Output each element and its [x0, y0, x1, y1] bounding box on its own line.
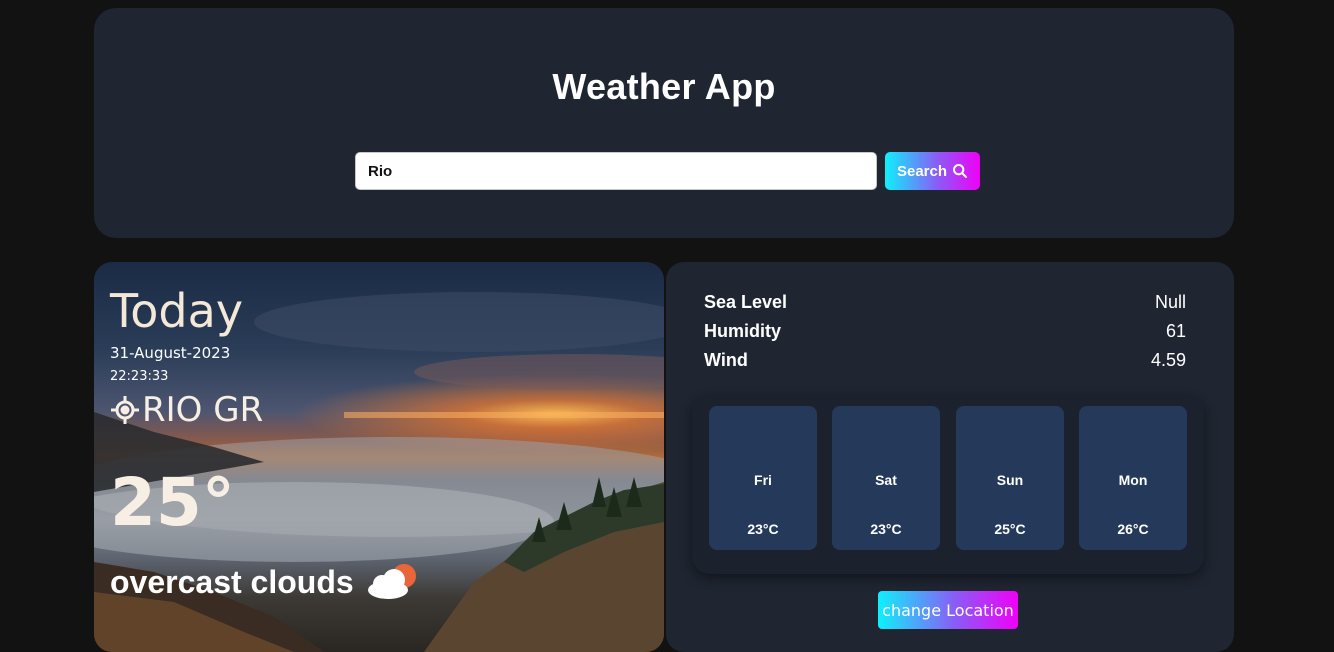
app-title: Weather App	[552, 66, 776, 107]
location-name: RIO GR	[142, 390, 264, 430]
forecast-panel: Fri 23°C Sat 23°C Sun 25°C Mon 26°C	[692, 396, 1204, 574]
weather-condition: overcast clouds	[110, 564, 354, 600]
forecast-temp: 26°C	[1117, 521, 1149, 537]
search-icon	[953, 164, 968, 178]
search-button-label: Search	[896, 162, 948, 180]
forecast-day: Sun	[996, 472, 1024, 488]
search-button[interactable]: Search	[885, 152, 980, 190]
location-row: RIO GR	[110, 390, 263, 430]
detail-key: Humidity	[704, 320, 782, 341]
forecast-card[interactable]: Mon 26°C	[1079, 406, 1187, 550]
today-time: 22:23:33	[110, 369, 169, 384]
forecast-day: Fri	[754, 472, 772, 488]
forecast-card[interactable]: Sat 23°C	[832, 406, 940, 550]
location-crosshair-icon	[111, 396, 139, 424]
forecast-card[interactable]: Fri 23°C	[709, 406, 817, 550]
today-label: Today	[110, 284, 244, 338]
detail-row-sea-level: Sea Level Null	[704, 289, 1186, 315]
forecast-card[interactable]: Sun 25°C	[956, 406, 1064, 550]
today-card: Today 31-August-2023 22:23:33 RIO GR 25°…	[94, 262, 664, 652]
today-date: 31-August-2023	[110, 344, 231, 362]
forecast-day: Sat	[875, 472, 897, 488]
detail-value: 4.59	[1150, 349, 1186, 370]
detail-row-wind: Wind 4.59	[704, 347, 1186, 373]
forecast-temp: 23°C	[747, 521, 779, 537]
detail-key: Sea Level	[704, 291, 788, 312]
search-input[interactable]	[355, 152, 877, 190]
detail-key: Wind	[704, 349, 748, 370]
forecast-day: Mon	[1118, 472, 1148, 488]
current-temperature: 25°	[110, 464, 235, 541]
detail-value: Null	[1154, 291, 1186, 312]
forecast-temp: 25°C	[994, 521, 1026, 537]
change-location-button[interactable]: change Location	[878, 591, 1018, 629]
detail-value: 61	[1165, 320, 1186, 341]
detail-row-humidity: Humidity 61	[704, 318, 1186, 344]
cloud-sun-icon	[368, 564, 416, 599]
forecast-temp: 23°C	[870, 521, 902, 537]
details-card: Sea Level Null Humidity 61 Wind 4.59 Fri…	[666, 262, 1234, 652]
header-card: Weather App Search	[94, 8, 1234, 238]
